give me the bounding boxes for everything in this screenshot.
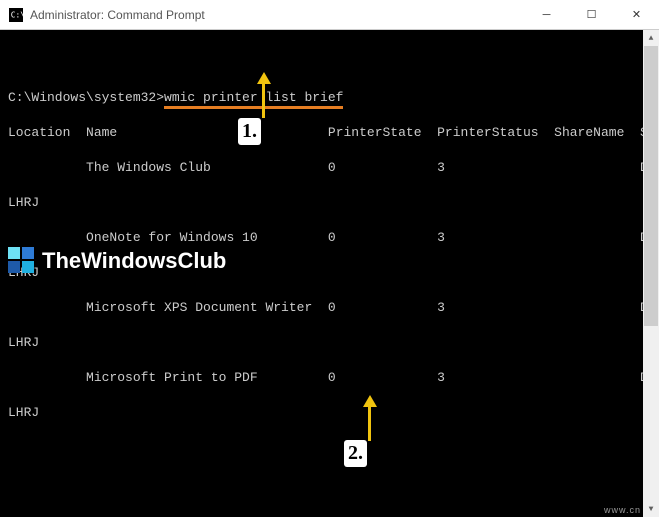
close-button[interactable]: ✕ [614,0,659,29]
watermark-logo: TheWindowsClub [8,246,226,276]
table-row: The Windows Club 0 3 DESKTOP-AC7 [8,159,651,177]
corner-watermark: www.cn [604,505,641,515]
lhrj-line: LHRJ [8,194,651,212]
maximize-button[interactable]: ☐ [569,0,614,29]
blank-line [8,54,651,72]
table-header-row: Location Name PrinterState PrinterStatus… [8,124,651,142]
table-row: Microsoft Print to PDF 0 3 DESKTOP-AC7 [8,369,651,387]
lhrj-line: LHRJ [8,404,651,422]
annotation-arrow-2-shaft [368,405,371,441]
minimize-button[interactable]: ─ [524,0,569,29]
svg-text:C:\: C:\ [11,10,23,19]
annotation-label-2: 2. [344,440,367,467]
scrollbar-up-button[interactable]: ▲ [643,30,659,46]
scrollbar-track[interactable] [643,46,659,501]
table-row: OneNote for Windows 10 0 3 DESKTOP-AC7 [8,229,651,247]
highlighted-command-1: wmic printer list brief [164,90,343,109]
window-controls: ─ ☐ ✕ [524,0,659,29]
window-titlebar: C:\ Administrator: Command Prompt ─ ☐ ✕ [0,0,659,30]
scrollbar-down-button[interactable]: ▼ [643,501,659,517]
scrollbar-thumb[interactable] [644,46,658,326]
terminal-output[interactable]: C:\Windows\system32>wmic printer list br… [0,30,659,517]
annotation-label-1: 1. [238,118,261,145]
vertical-scrollbar[interactable]: ▲ ▼ [643,30,659,517]
windows-logo-icon [8,247,36,275]
watermark-text: TheWindowsClub [42,246,226,276]
blank-line [8,440,651,458]
lhrj-line: LHRJ [8,334,651,352]
annotation-arrow-1-shaft [262,82,265,118]
blank-line [8,475,651,493]
window-title: Administrator: Command Prompt [30,8,524,22]
cmd-icon: C:\ [8,7,24,23]
command-line-1: C:\Windows\system32>wmic printer list br… [8,89,651,107]
table-row: Microsoft XPS Document Writer 0 3 DESKTO… [8,299,651,317]
blank-line [8,510,651,517]
